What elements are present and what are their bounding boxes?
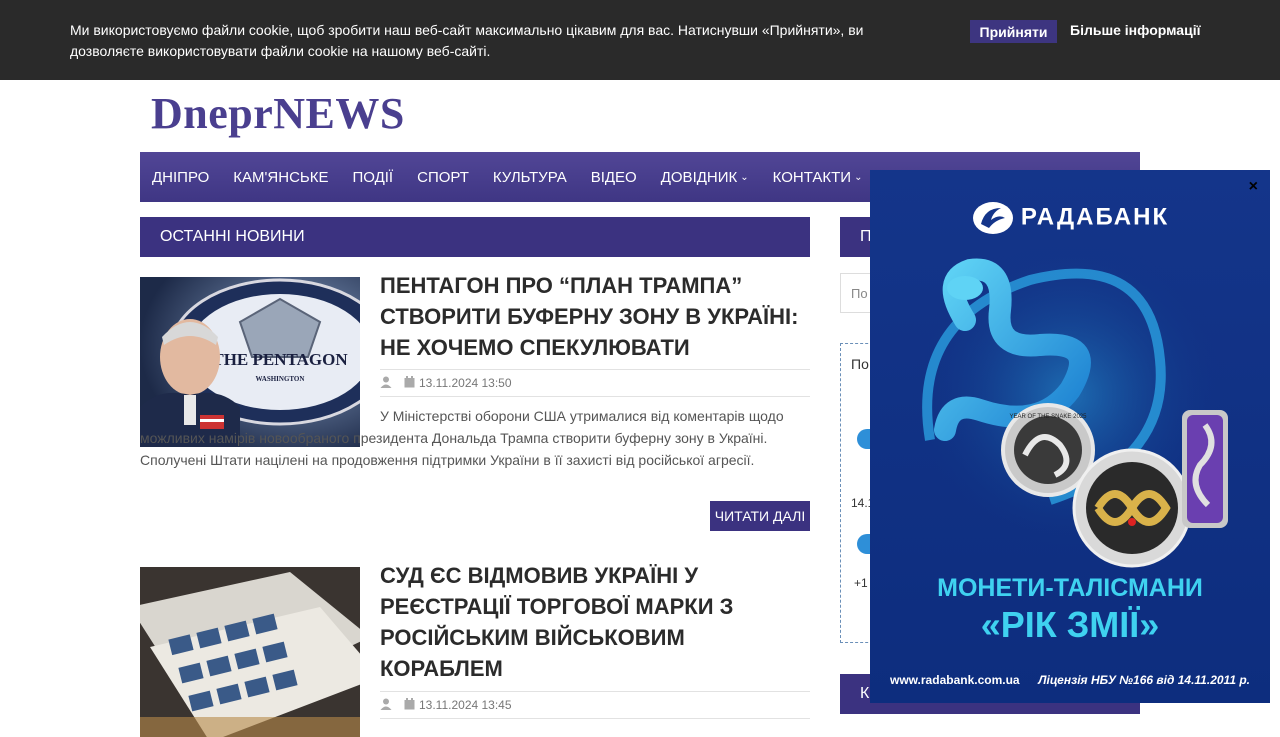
image-caption: THE PENTAGON — [212, 350, 348, 369]
article-title[interactable]: ПЕНТАГОН ПРО “ПЛАН ТРАМПА” СТВОРИТИ БУФЕ… — [380, 270, 810, 363]
site-logo[interactable]: DneprNEWS — [151, 88, 405, 139]
user-icon — [380, 698, 392, 713]
chevron-down-icon: ⌄ — [740, 171, 749, 183]
article-date: 13.11.2024 13:50 — [419, 376, 512, 390]
radabank-logo-icon — [972, 202, 1013, 234]
article-excerpt: У Міністерстві оборони США утрималися ві… — [140, 408, 784, 468]
nav-item-sport[interactable]: СПОРТ — [417, 169, 469, 186]
article-thumbnail[interactable] — [140, 567, 360, 737]
nav-item-kontakty[interactable]: КОНТАКТИ ⌄ — [773, 169, 863, 186]
nav-item-podii[interactable]: ПОДІЇ — [352, 169, 393, 186]
chevron-down-icon: ⌄ — [854, 171, 863, 183]
nav-item-label: КАМ'ЯНСЬКЕ — [233, 168, 329, 186]
nav-item-video[interactable]: ВІДЕО — [591, 169, 637, 186]
image-subcaption: WASHINGTON — [256, 375, 305, 383]
stamp-sheets-image — [140, 567, 360, 737]
radabank-ad[interactable]: × РАДАБАНК YEAR OF THE SNAKE 2025 МОНЕТИ… — [870, 170, 1270, 703]
article-meta: 13.11.2024 13:50 — [380, 369, 810, 397]
calendar-icon — [404, 375, 415, 391]
nav-item-dovidnyk[interactable]: ДОВІДНИК ⌄ — [661, 169, 749, 186]
cookie-more-info-link[interactable]: Більше інформації — [1070, 22, 1201, 38]
article-date: 13.11.2024 13:45 — [419, 698, 512, 712]
nav-item-label: КОНТАКТИ — [772, 168, 852, 186]
nav-item-label: ПОДІЇ — [352, 168, 394, 186]
coin-text: YEAR OF THE SNAKE 2025 — [1010, 414, 1088, 420]
search-placeholder: По — [851, 285, 868, 301]
weather-title: По — [851, 356, 869, 372]
ad-headline-line2: «РІК ЗМІЇ» — [980, 604, 1160, 645]
nav-item-dnipro[interactable]: ДНІПРО — [152, 169, 209, 186]
nav-item-label: ВІДЕО — [590, 168, 637, 186]
cookie-accept-button[interactable]: Прийняти — [970, 20, 1057, 43]
ad-brand-name: РАДАБАНК — [1020, 203, 1170, 231]
calendar-icon — [404, 697, 415, 713]
snake-coins-illustration: YEAR OF THE SNAKE 2025 — [910, 240, 1230, 568]
latest-news-header: ОСТАННІ НОВИНИ — [140, 217, 810, 257]
article-meta: 13.11.2024 13:45 — [380, 691, 810, 719]
user-icon — [380, 376, 392, 391]
ad-brand: РАДАБАНК — [870, 200, 1270, 236]
nav-item-kamianske[interactable]: КАМ'ЯНСЬКЕ — [233, 169, 328, 186]
nav-item-label: СПОРТ — [417, 168, 469, 186]
article-card: THE PENTAGON WASHINGTON ПЕНТАГОН ПРО “ПЛ… — [140, 273, 810, 537]
nav-item-kultura[interactable]: КУЛЬТУРА — [493, 169, 567, 186]
cookie-bar: Ми використовуємо файли cookie, щоб зроб… — [0, 0, 1280, 80]
close-icon[interactable]: × — [1249, 178, 1258, 196]
nav-item-label: ДОВІДНИК — [660, 168, 738, 186]
nav-item-label: ДНІПРО — [152, 168, 210, 186]
cookie-text: Ми використовуємо файли cookie, щоб зроб… — [70, 22, 864, 59]
ad-url[interactable]: www.radabank.com.ua — [890, 673, 1020, 687]
ad-headline-line1: МОНЕТИ-ТАЛІСМАНИ — [937, 574, 1203, 602]
article-title[interactable]: СУД ЄС ВІДМОВИВ УКРАЇНІ У РЕЄСТРАЦІЇ ТОР… — [380, 560, 810, 684]
ad-license: Ліцензія НБУ №166 від 14.11.2011 р. — [1038, 673, 1250, 687]
article-card: СУД ЄС ВІДМОВИВ УКРАЇНІ У РЕЄСТРАЦІЇ ТОР… — [140, 563, 810, 737]
weather-temp: +1 — [854, 576, 868, 590]
section-title: ОСТАННІ НОВИНИ — [160, 228, 305, 245]
nav-item-label: КУЛЬТУРА — [492, 168, 567, 186]
sidebar-bottom-title: К — [860, 685, 870, 702]
read-more-button[interactable]: ЧИТАТИ ДАЛІ — [710, 501, 810, 531]
